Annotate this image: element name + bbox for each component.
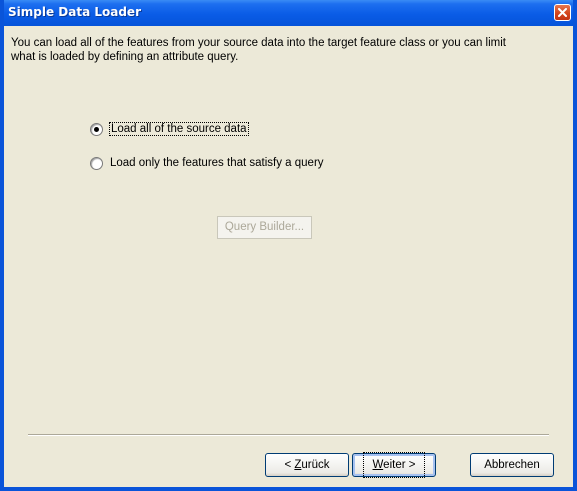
option-load-query[interactable]: Load only the features that satisfy a qu… [90, 154, 324, 172]
title-bar[interactable]: Simple Data Loader [4, 0, 573, 26]
back-button[interactable]: < Zurück [265, 453, 349, 477]
load-query-radio[interactable] [90, 156, 103, 170]
dialog-window: Simple Data Loader You can load all of t… [0, 0, 577, 491]
close-button[interactable] [554, 4, 571, 21]
next-button-label: Weiter > [362, 452, 426, 478]
window-title: Simple Data Loader [8, 5, 141, 19]
next-rest: eiter > [383, 459, 416, 471]
load-query-label[interactable]: Load only the features that satisfy a qu… [110, 157, 324, 169]
back-rest: urück [301, 459, 330, 471]
cancel-button[interactable]: Abbrechen [470, 453, 554, 477]
back-prefix: < [284, 459, 295, 471]
next-accel: W [372, 459, 384, 471]
dialog-content: You can load all of the features from yo… [4, 26, 573, 487]
next-button[interactable]: Weiter > [352, 452, 436, 478]
load-all-label[interactable]: Load all of the source data [109, 122, 249, 136]
close-icon [558, 8, 567, 17]
load-all-radio[interactable] [90, 122, 103, 136]
back-button-label: < Zurück [284, 454, 329, 476]
query-builder-button[interactable]: Query Builder... [217, 216, 312, 239]
description-text: You can load all of the features from yo… [11, 37, 506, 63]
option-load-all[interactable]: Load all of the source data [90, 120, 249, 138]
separator [28, 434, 549, 436]
